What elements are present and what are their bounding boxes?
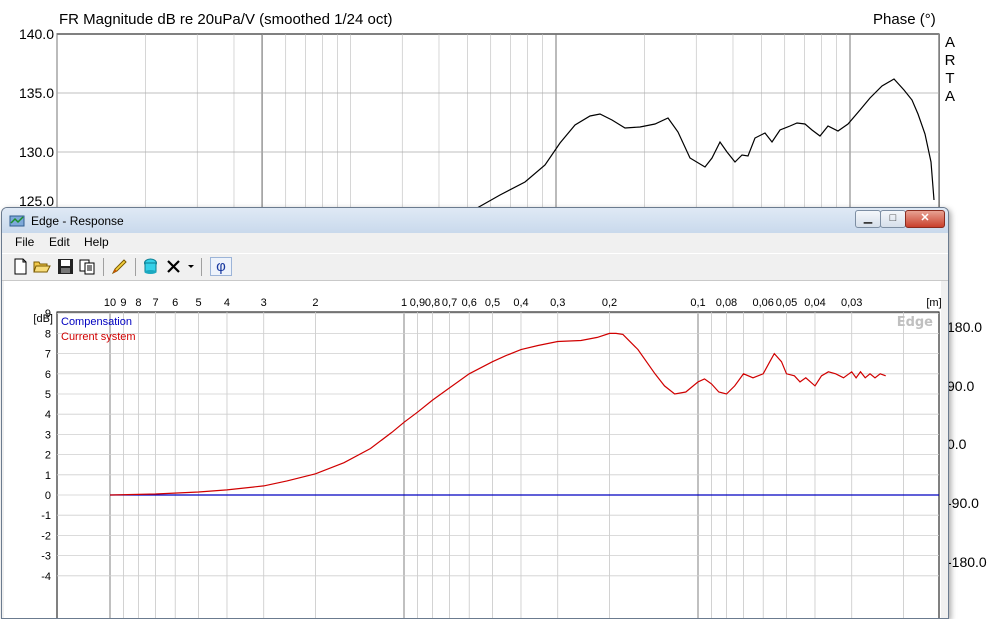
- edge-watermark: Edge: [897, 315, 933, 330]
- x-tick-label: 0,08: [716, 297, 737, 309]
- background-phase-axis-title: Phase (°): [873, 11, 936, 28]
- copy-icon[interactable]: [78, 257, 97, 276]
- app-icon: [9, 215, 25, 227]
- phi-icon[interactable]: φ: [210, 257, 232, 276]
- bg-y-tick: 140.0: [18, 26, 54, 42]
- x-tick-label: 0,06: [753, 297, 774, 309]
- y-tick-label: 6: [45, 369, 51, 381]
- phase-tick: 90.0: [947, 378, 975, 394]
- dropdown-arrow-icon[interactable]: [185, 257, 197, 276]
- x-tick-label: 8: [135, 297, 141, 309]
- legend-current-system: Current system: [61, 331, 136, 343]
- background-chart-title: FR Magnitude dB re 20uPa/V (smoothed 1/2…: [59, 11, 393, 28]
- y-tick-label: 0: [45, 490, 51, 502]
- x-tick-label: 5: [195, 297, 201, 309]
- y-tick-label: 4: [45, 409, 51, 421]
- x-tick-label: 3: [261, 297, 267, 309]
- y-tick-label: -1: [41, 510, 51, 522]
- x-tick-label: 6: [172, 297, 178, 309]
- x-tick-label: 0,5: [485, 297, 500, 309]
- menu-edit[interactable]: Edit: [49, 235, 70, 249]
- x-tick-label: 9: [120, 297, 126, 309]
- menu-file[interactable]: File: [15, 235, 34, 249]
- arta-letter: A: [944, 34, 955, 51]
- close-button[interactable]: ✕: [905, 210, 945, 228]
- window-title-bar[interactable]: Edge - Response ▁ □ ✕: [2, 208, 948, 233]
- edge-response-window: Edge - Response ▁ □ ✕ File Edit Help φ 1…: [1, 207, 949, 619]
- save-icon[interactable]: [56, 257, 75, 276]
- x-tick-label: 1: [401, 297, 407, 309]
- x-tick-label: 0,7: [442, 297, 457, 309]
- bg-y-tick: 130.0: [18, 144, 54, 160]
- toolbar-separator: [103, 258, 104, 276]
- y-tick-label: -2: [41, 530, 51, 542]
- x-tick-label: 0,04: [804, 297, 825, 309]
- open-folder-icon[interactable]: [32, 257, 51, 276]
- x-tick-label: 0,05: [776, 297, 797, 309]
- phase-tick: 0.0: [947, 436, 967, 452]
- y-tick-label: -4: [41, 571, 51, 583]
- toolbar-separator: [201, 258, 202, 276]
- x-tick-label: 0,3: [550, 297, 565, 309]
- speaker-icon[interactable]: [141, 257, 160, 276]
- y-tick-label: 3: [45, 429, 51, 441]
- arta-letter: A: [944, 88, 955, 105]
- pencil-icon[interactable]: [110, 257, 129, 276]
- minimize-button[interactable]: ▁: [855, 210, 881, 228]
- toolbar-separator: [135, 258, 136, 276]
- x-tick-label: 0,03: [841, 297, 862, 309]
- y-tick-label: 1: [45, 470, 51, 482]
- x-axis-unit-label: [m]: [926, 297, 941, 309]
- maximize-button[interactable]: □: [880, 210, 906, 228]
- x-tick-label: 10: [104, 297, 116, 309]
- phase-tick: -90.0: [947, 495, 979, 511]
- y-tick-label: 2: [45, 450, 51, 462]
- x-tick-label: 0,8: [425, 297, 440, 309]
- x-tick-label: 0,4: [513, 297, 528, 309]
- arta-letter: R: [944, 52, 956, 69]
- toolbar: φ: [2, 253, 948, 281]
- x-tick-label: 0,9: [410, 297, 425, 309]
- phase-tick: -180.0: [947, 554, 987, 570]
- menu-bar: File Edit Help: [2, 233, 948, 251]
- x-tick-label: 7: [152, 297, 158, 309]
- plot-frame: [56, 311, 940, 618]
- phase-tick: 180.0: [947, 319, 983, 335]
- x-tick-label: 2: [312, 297, 318, 309]
- y-tick-label: 5: [45, 389, 51, 401]
- menu-help[interactable]: Help: [84, 235, 109, 249]
- arta-watermark: A R T A: [943, 34, 957, 106]
- bg-y-tick: 135.0: [18, 85, 54, 101]
- legend-compensation: Compensation: [61, 316, 132, 328]
- window-title: Edge - Response: [31, 214, 124, 228]
- y-tick-label: -3: [41, 551, 51, 563]
- delete-icon[interactable]: [164, 257, 183, 276]
- y-tick-label: 7: [45, 349, 51, 361]
- arta-letter: T: [945, 70, 955, 87]
- y-axis-unit-label: [dB]: [33, 313, 53, 325]
- response-chart: 10 9 8 7 6 5 4 3 2 1 0,9 0,8 0,7 0,6 0,5 0,4 0,3 0,2 0,1 0,…: [33, 297, 941, 618]
- y-tick-label: 8: [45, 328, 51, 340]
- new-file-icon[interactable]: [11, 257, 30, 276]
- x-tick-label: 0,2: [602, 297, 617, 309]
- x-tick-label: 4: [224, 297, 230, 309]
- response-plot-area[interactable]: 10 9 8 7 6 5 4 3 2 1 0,9 0,8 0,7 0,6 0,5 0,4 0,3 0,2 0,1 0,…: [4, 281, 941, 618]
- x-tick-label: 0,1: [690, 297, 705, 309]
- x-tick-label: 0,6: [462, 297, 477, 309]
- bg-y-tick: 125.0: [18, 193, 54, 206]
